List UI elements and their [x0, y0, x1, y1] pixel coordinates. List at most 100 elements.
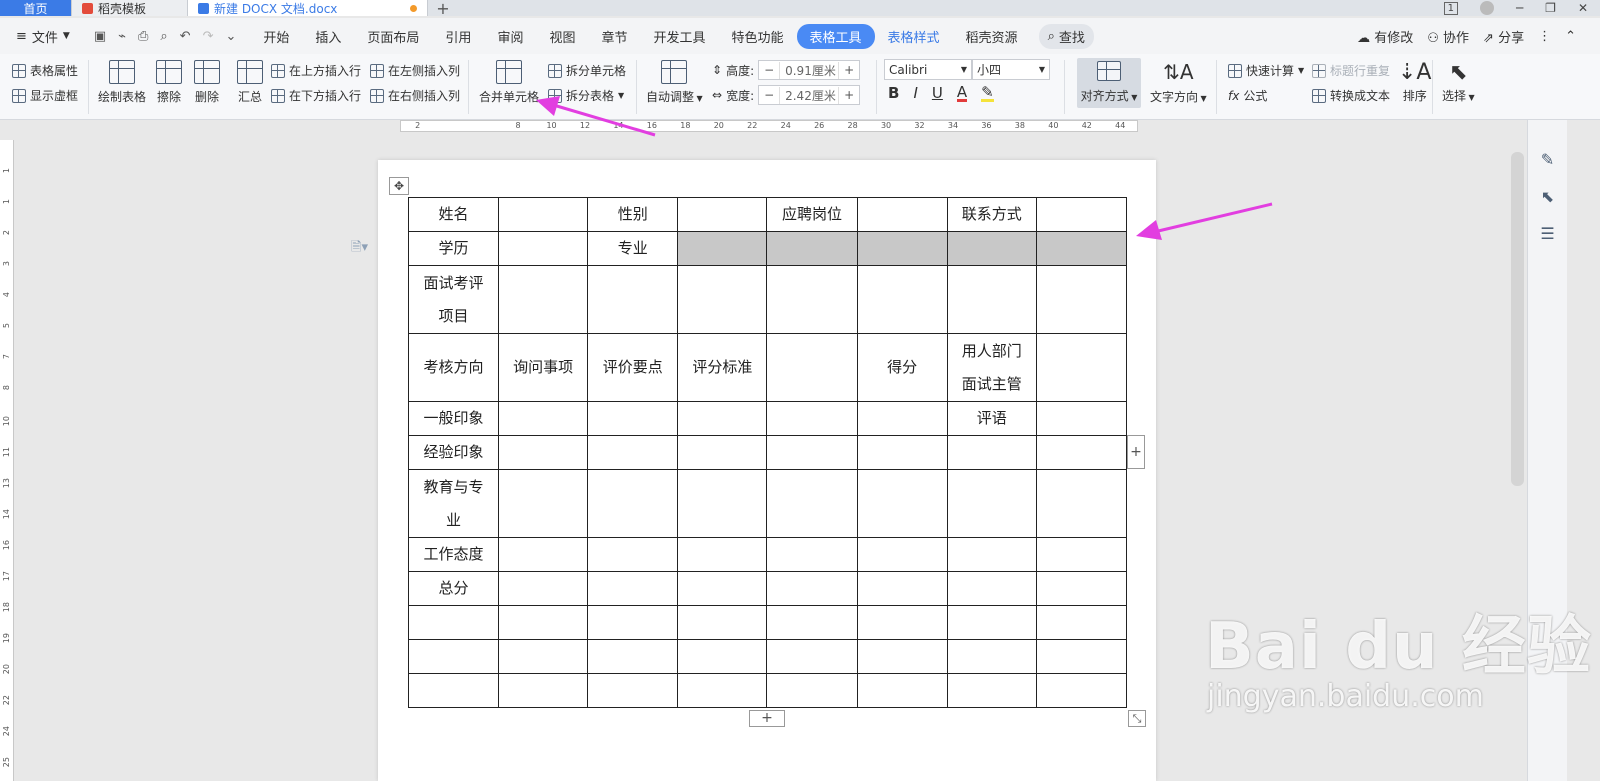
table-cell[interactable] [498, 605, 589, 640]
table-cell[interactable]: 教育与专业 [407, 469, 500, 538]
table-cell[interactable] [856, 639, 948, 674]
insert-left-button[interactable]: 在左侧插入列 [370, 62, 460, 79]
table-cell[interactable]: 评价要点 [587, 333, 679, 402]
height-input[interactable]: 0.91厘米 [779, 61, 840, 79]
table-cell[interactable] [1035, 537, 1128, 572]
table-cell[interactable]: 评语 [946, 401, 1037, 436]
table-cell[interactable] [587, 537, 679, 572]
search-button[interactable]: ⌕ 查找 [1038, 23, 1094, 49]
formula-button[interactable]: fx 公式 [1228, 87, 1267, 104]
table-cell[interactable] [946, 673, 1037, 708]
table-cell[interactable]: 总分 [407, 571, 500, 606]
table-cell[interactable] [587, 571, 679, 606]
interview-table[interactable]: 姓名 性别 应聘岗位 联系方式 学历 专业 面试考评 项目 考核方向 询问事项 评价要点 评分标准 得分… [407, 197, 1128, 708]
table-cell[interactable] [946, 571, 1037, 606]
customize-icon[interactable]: ⌄ [225, 29, 236, 44]
edit-pen-icon[interactable]: ✎ [1541, 150, 1554, 169]
table-cell[interactable] [856, 265, 948, 334]
table-cell[interactable] [587, 435, 679, 470]
table-cell[interactable] [677, 605, 768, 640]
avatar[interactable] [1479, 1, 1494, 15]
menu-table-style[interactable]: 表格样式 [875, 27, 953, 46]
table-cell[interactable] [946, 265, 1037, 334]
table-cell[interactable] [587, 673, 679, 708]
table-cell[interactable] [677, 469, 768, 538]
collapse-ribbon-icon[interactable]: ⌃ [1565, 29, 1576, 44]
highlight-icon[interactable]: ✎ [981, 84, 994, 102]
tab-daoke-template[interactable]: 稻壳模板 [72, 0, 188, 16]
table-cell[interactable] [856, 537, 948, 572]
table-cell[interactable] [498, 571, 589, 606]
table-cell[interactable] [766, 571, 858, 606]
repeat-header-button[interactable]: 标题行重复 [1312, 62, 1390, 79]
table-cell[interactable] [498, 469, 589, 538]
menu-section[interactable]: 章节 [588, 27, 640, 46]
to-text-button[interactable]: 转换成文本 [1312, 87, 1390, 104]
table-cell[interactable] [677, 197, 768, 232]
table-cell[interactable] [677, 673, 768, 708]
text-direction-button[interactable]: ⇅A 文字方向 ▼ [1150, 60, 1207, 105]
table-cell[interactable] [856, 571, 948, 606]
table-cell[interactable] [856, 401, 948, 436]
table-cell[interactable] [677, 231, 768, 266]
table-props-button[interactable]: 表格属性 [12, 62, 78, 79]
table-cell[interactable] [677, 401, 768, 436]
table-cell[interactable] [1035, 469, 1128, 538]
menu-developer[interactable]: 开发工具 [640, 27, 718, 46]
menu-features[interactable]: 特色功能 [719, 27, 797, 46]
table-cell[interactable]: 姓名 [407, 197, 500, 232]
table-cell[interactable] [587, 605, 679, 640]
table-cell[interactable] [1035, 197, 1128, 232]
modified-button[interactable]: ☁ 有修改 [1357, 27, 1413, 46]
table-cell[interactable]: 评分标准 [677, 333, 768, 402]
table-cell[interactable] [946, 231, 1037, 266]
table-cell[interactable] [407, 605, 500, 640]
menu-references[interactable]: 引用 [432, 27, 484, 46]
align-button[interactable]: 对齐方式 ▼ [1077, 58, 1141, 108]
table-cell[interactable] [1035, 571, 1128, 606]
table-cell[interactable] [766, 435, 858, 470]
table-cell[interactable] [498, 265, 589, 334]
add-column-button[interactable]: + [1127, 435, 1145, 469]
table-cell[interactable] [1035, 639, 1128, 674]
menu-page-layout[interactable]: 页面布局 [354, 27, 432, 46]
table-cell[interactable] [498, 673, 589, 708]
table-cell[interactable] [766, 469, 858, 538]
table-cell[interactable] [766, 673, 858, 708]
table-cell[interactable] [856, 197, 948, 232]
table-cell[interactable]: 得分 [856, 333, 948, 402]
table-cell[interactable] [677, 639, 768, 674]
table-cell[interactable] [946, 537, 1037, 572]
table-cell[interactable]: 经验印象 [407, 435, 500, 470]
undo-icon[interactable]: ↶ [180, 29, 191, 44]
table-cell[interactable] [498, 435, 589, 470]
resize-table-icon[interactable]: ⤡ [1128, 710, 1146, 727]
select-button[interactable]: ⬉ 选择 ▼ [1442, 60, 1475, 104]
erase-button[interactable]: 擦除 [156, 60, 182, 105]
table-cell[interactable]: 工作态度 [407, 537, 500, 572]
table-cell[interactable] [766, 605, 858, 640]
redo-icon[interactable]: ↷ [203, 29, 214, 44]
horizontal-ruler[interactable]: 2 8 10 12 14 16 18 20 22 24 26 28 30 32 34 36 38 40 42 44 [400, 120, 1138, 132]
font-size-select[interactable]: 小四 ▼ [972, 59, 1050, 80]
file-menu[interactable]: ≡ 文件 ▼ [0, 27, 80, 46]
table-cell[interactable] [946, 469, 1037, 538]
height-increase-button[interactable]: + [839, 63, 859, 77]
table-cell[interactable] [946, 605, 1037, 640]
table-cell[interactable] [766, 537, 858, 572]
table-cell[interactable] [498, 401, 589, 436]
close-icon[interactable]: ✕ [1578, 1, 1588, 15]
insert-above-button[interactable]: 在上方插入行 [271, 62, 361, 79]
print-icon[interactable]: ⎙ [138, 29, 148, 44]
table-cell[interactable]: 考核方向 [407, 333, 500, 402]
table-cell[interactable]: 联系方式 [946, 197, 1037, 232]
table-cell[interactable] [766, 265, 858, 334]
table-cell[interactable] [498, 231, 589, 266]
format-painter-icon[interactable]: ⌁ [118, 29, 126, 44]
collab-button[interactable]: ⚇ 协作 [1427, 27, 1469, 46]
table-cell[interactable] [587, 469, 679, 538]
bold-icon[interactable]: B [888, 84, 899, 102]
italic-icon[interactable]: I [913, 84, 917, 102]
settings-sliders-icon[interactable]: ☰ [1540, 224, 1554, 243]
select-pointer-icon[interactable]: ⬉ [1541, 187, 1554, 206]
